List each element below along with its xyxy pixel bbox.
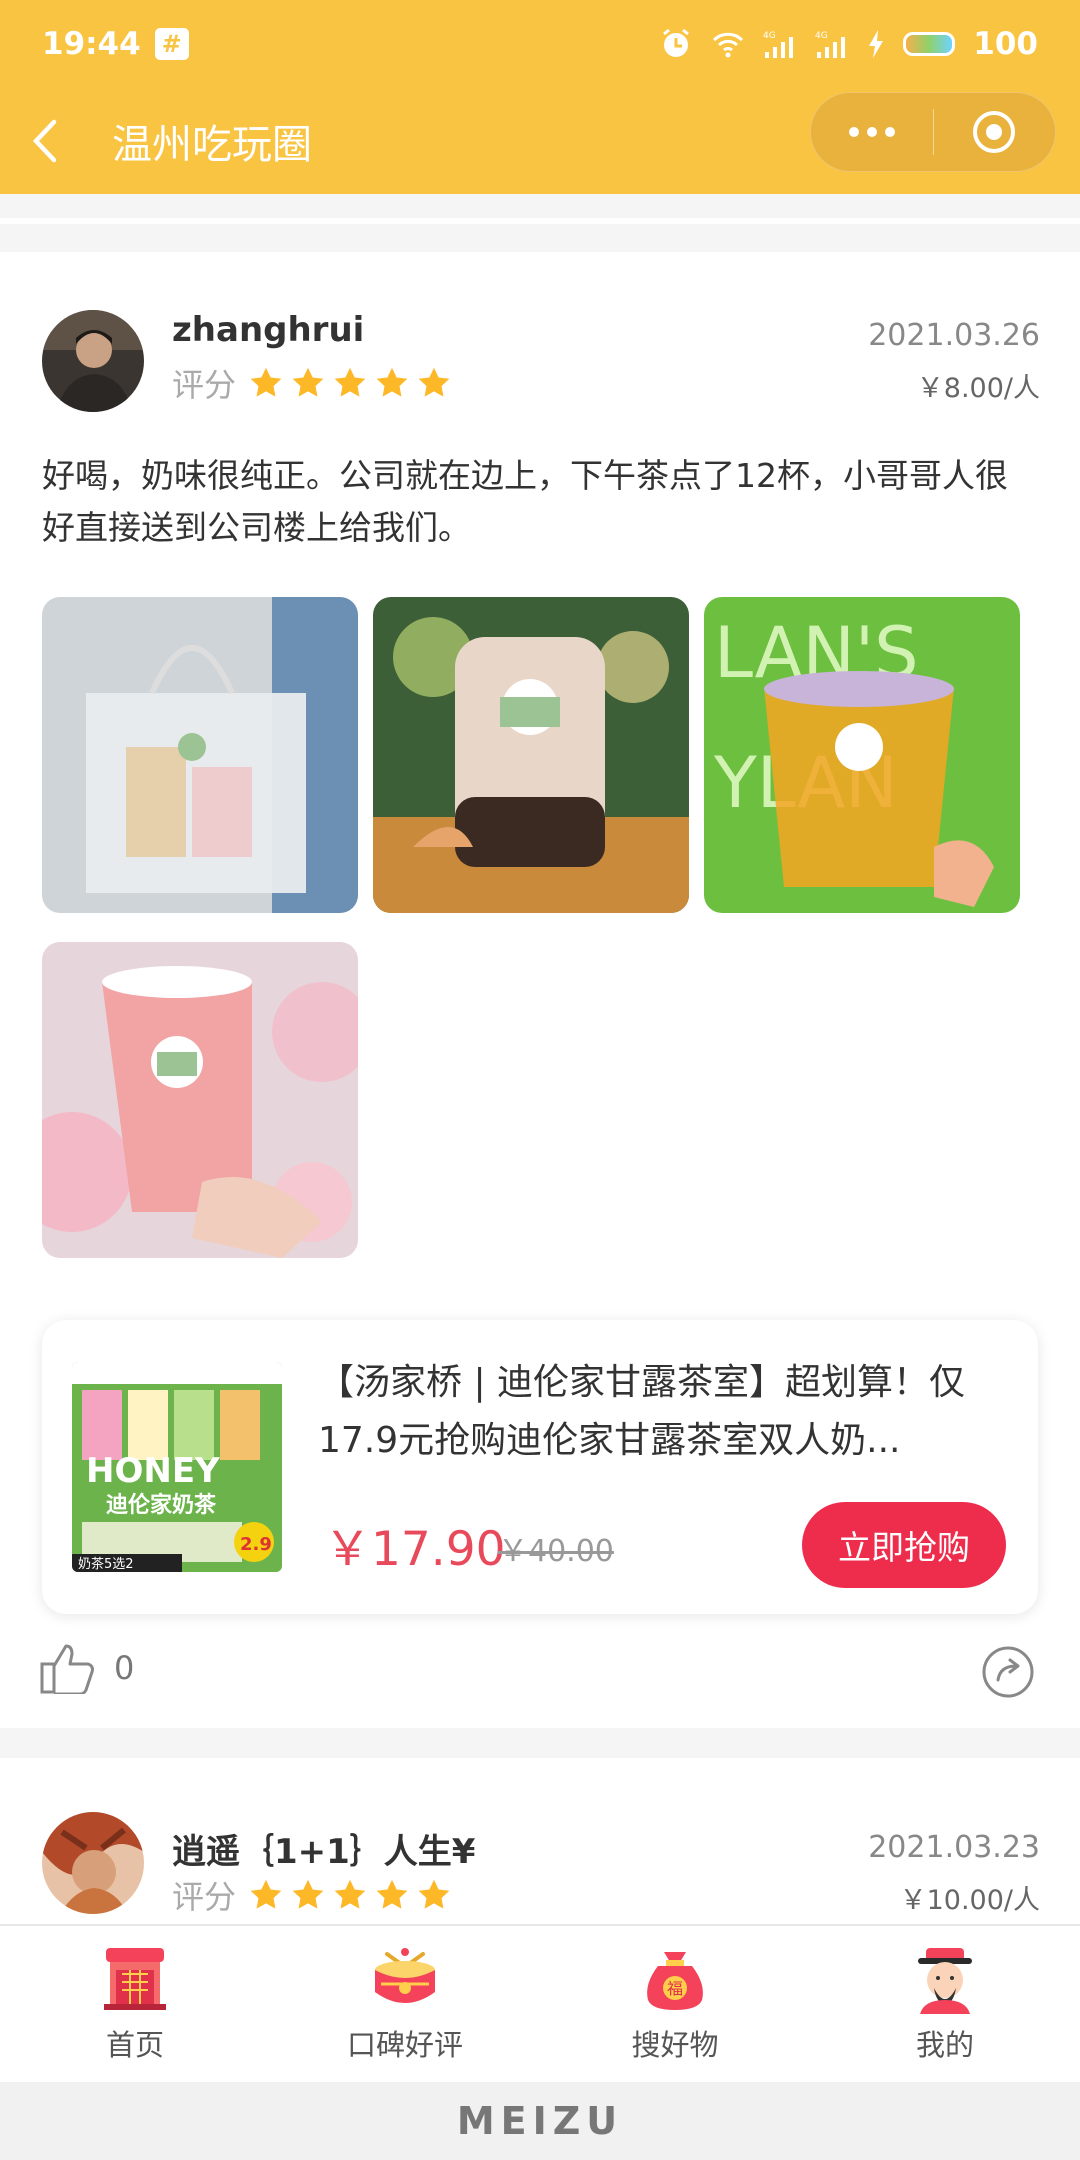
deal-image[interactable]: HONEY 迪伦家奶茶 2.9 奶茶5选2 bbox=[72, 1362, 282, 1572]
page-title: 温州吃玩圈 bbox=[112, 122, 312, 168]
rating: 评分 bbox=[172, 360, 452, 406]
review-photo[interactable] bbox=[42, 942, 358, 1258]
svg-text:HONEY: HONEY bbox=[86, 1451, 220, 1491]
alarm-icon bbox=[663, 28, 690, 57]
review-date: 2021.03.23 bbox=[868, 1830, 1040, 1865]
miniprogram-capsule bbox=[810, 92, 1056, 172]
signal-4g-icon-2: 4G bbox=[815, 31, 846, 58]
more-button[interactable] bbox=[811, 127, 933, 137]
star-icon bbox=[418, 367, 450, 397]
star-icon bbox=[292, 1879, 324, 1909]
tab-label: 我的 bbox=[915, 2028, 974, 2062]
star-icon bbox=[376, 367, 408, 397]
tab-label: 口碑好评 bbox=[346, 2028, 463, 2062]
review-photo[interactable] bbox=[373, 597, 689, 913]
rating-label: 评分 bbox=[172, 1878, 237, 1916]
share-button[interactable] bbox=[980, 1644, 1036, 1700]
section-gap bbox=[0, 194, 1080, 252]
system-home-bar[interactable]: MEIZU bbox=[0, 2082, 1080, 2160]
status-bar: 19:44 # 4G 4G 100 bbox=[0, 0, 1080, 88]
deal-price: ￥17.90 bbox=[324, 1522, 506, 1577]
star-icon bbox=[334, 1879, 366, 1909]
god-of-wealth-icon bbox=[918, 1948, 972, 2014]
review-text: 好喝，奶味很纯正。公司就在边上，下午茶点了12杯，小哥哥人很好直接送到公司楼上给… bbox=[42, 456, 1008, 547]
review-date: 2021.03.26 bbox=[868, 318, 1040, 353]
rating: 评分 bbox=[172, 1872, 452, 1918]
star-icon bbox=[334, 367, 366, 397]
wifi-icon bbox=[713, 32, 744, 58]
nav-bar: 温州吃玩圈 bbox=[0, 88, 1080, 194]
hash-icon: # bbox=[154, 28, 189, 60]
avatar[interactable] bbox=[42, 310, 144, 412]
tab-reviews[interactable]: 口碑好评 bbox=[270, 1926, 540, 2082]
star-icon bbox=[376, 1879, 408, 1909]
star-icon bbox=[418, 1879, 450, 1909]
username[interactable]: zhanghrui bbox=[172, 310, 364, 350]
drum-icon bbox=[375, 1948, 435, 2003]
tab-search-goods[interactable]: 福 搜好物 bbox=[540, 1926, 810, 2082]
review-photo[interactable]: LAN'S YLAN bbox=[704, 597, 1020, 913]
close-miniprogram-button[interactable] bbox=[934, 109, 1056, 155]
deal-image-price: 2.9 bbox=[240, 1534, 272, 1555]
review-photo[interactable] bbox=[42, 597, 358, 913]
svg-text:4G: 4G bbox=[763, 31, 776, 41]
star-icon bbox=[250, 1879, 282, 1909]
price-per-person: ￥10.00/人 bbox=[899, 1885, 1040, 1916]
charging-icon bbox=[869, 30, 884, 58]
deal-original-price: ￥40.00 bbox=[498, 1534, 614, 1569]
tab-home[interactable]: 首页 bbox=[0, 1926, 270, 2082]
deal-title[interactable]: 【汤家桥 | 迪伦家甘露茶室】超划算！仅17.9元抢购迪伦家甘露茶室双人奶... bbox=[318, 1354, 1008, 1470]
review-card: 逍遥｛1+1｝人生¥ 评分 2021.03.23 ￥10.00/人 bbox=[0, 1758, 1080, 1924]
status-time: 19:44 bbox=[42, 26, 141, 62]
battery-level: 100 bbox=[973, 26, 1038, 62]
like-button[interactable]: 0 bbox=[38, 1642, 134, 1694]
buy-now-button[interactable]: 立即抢购 bbox=[802, 1502, 1006, 1588]
target-icon bbox=[973, 111, 1016, 153]
section-divider bbox=[0, 1728, 1080, 1758]
star-icon bbox=[250, 367, 282, 397]
deal-image-tag: 奶茶5选2 bbox=[78, 1556, 134, 1572]
tab-label: 首页 bbox=[105, 2028, 164, 2062]
chevron-left-icon bbox=[32, 119, 57, 163]
deal-image-title: 迪伦家奶茶 bbox=[106, 1492, 217, 1518]
price-per-person: ￥8.00/人 bbox=[916, 373, 1040, 404]
lucky-bag-icon: 福 bbox=[647, 1952, 703, 2010]
signal-4g-icon: 4G bbox=[763, 31, 794, 58]
share-icon bbox=[982, 1646, 1034, 1698]
like-count: 0 bbox=[114, 1649, 135, 1687]
username[interactable]: 逍遥｛1+1｝人生¥ bbox=[172, 1824, 475, 1873]
bottom-tab-bar: 首页 口碑好评 福 搜好物 我的 bbox=[0, 1924, 1080, 2082]
tab-label: 搜好物 bbox=[631, 2028, 719, 2062]
deal-card[interactable]: HONEY 迪伦家奶茶 2.9 奶茶5选2 【汤家桥 | 迪伦家甘露茶室】超划算… bbox=[42, 1320, 1038, 1614]
tab-me[interactable]: 我的 bbox=[810, 1926, 1080, 2082]
brand-logo: MEIZU bbox=[456, 2099, 624, 2143]
home-icon bbox=[104, 1948, 166, 2010]
rating-label: 评分 bbox=[172, 366, 237, 404]
star-icon bbox=[292, 367, 324, 397]
battery-icon bbox=[903, 32, 956, 56]
status-icons: 4G 4G 100 bbox=[659, 26, 1038, 62]
svg-text:4G: 4G bbox=[815, 31, 828, 41]
back-button[interactable] bbox=[0, 88, 90, 194]
thumbs-up-icon bbox=[40, 1644, 94, 1694]
avatar[interactable] bbox=[42, 1812, 144, 1914]
svg-text:福: 福 bbox=[667, 1979, 683, 1998]
